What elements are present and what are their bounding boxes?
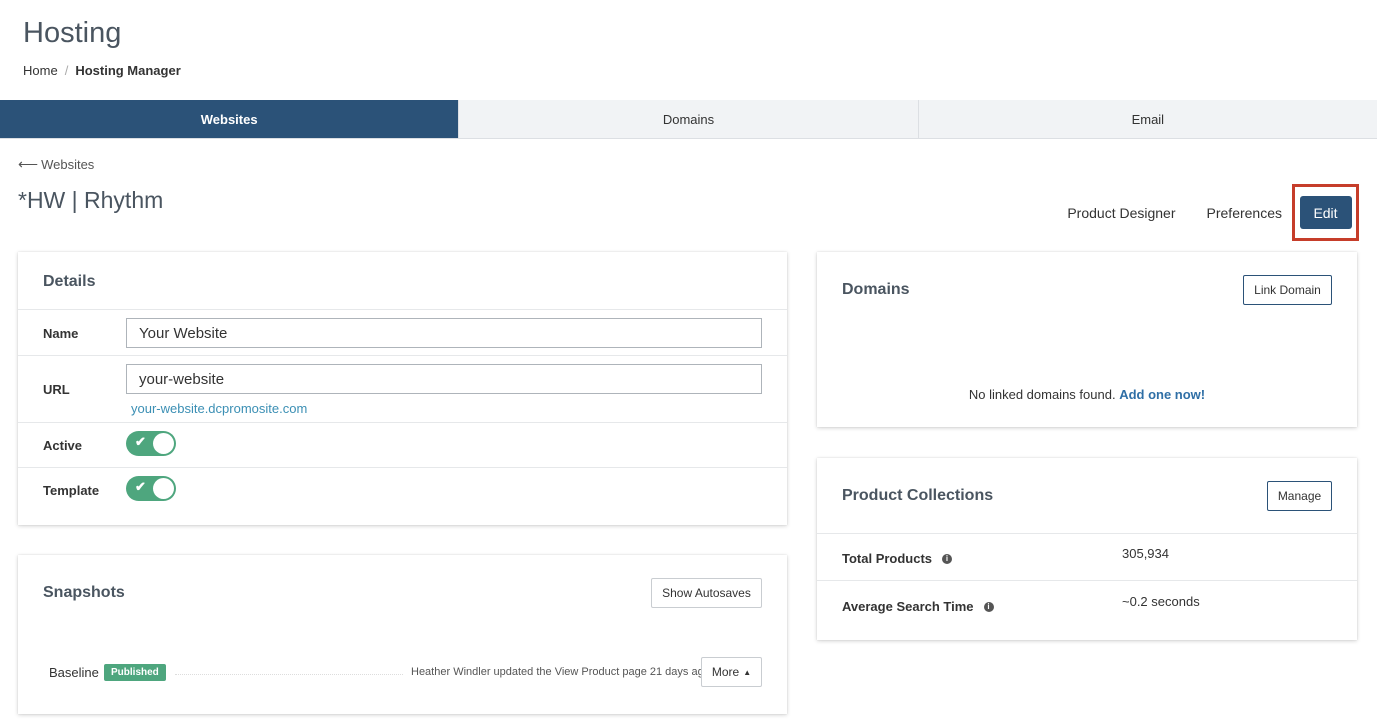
url-hint-link[interactable]: your-website.dcpromosite.com [131,401,307,416]
url-input[interactable] [126,364,762,394]
snapshots-card: Snapshots Show Autosaves Baseline Publis… [18,555,787,714]
page-header: Hosting Home / Hosting Manager [0,0,1377,100]
tab-domains[interactable]: Domains [458,100,918,138]
template-row: Template ✔ [18,467,787,525]
domains-card: Domains Link Domain No linked domains fo… [817,252,1357,427]
active-toggle[interactable]: ✔ [126,431,176,456]
more-label: More [711,665,740,679]
domains-title: Domains [842,281,910,298]
total-products-text: Total Products [842,551,933,566]
info-icon[interactable]: i [942,553,953,564]
main-tabs: Websites Domains Email [0,100,1377,139]
published-badge: Published [104,664,166,681]
toggle-knob [153,478,174,499]
snapshot-meta: Heather Windler updated the View Product… [411,666,710,678]
product-designer-button[interactable]: Product Designer [1067,205,1175,221]
caret-up-icon: ▲ [743,667,752,677]
show-autosaves-button[interactable]: Show Autosaves [651,578,762,608]
no-domains-text: No linked domains found. [968,387,1116,402]
top-actions: Product Designer Preferences Edit [1067,184,1359,241]
link-domain-button[interactable]: Link Domain [1243,275,1332,305]
total-products-label: Total Products i [842,551,953,566]
preferences-button[interactable]: Preferences [1207,205,1282,221]
stat-row-total-products: Total Products i 305,934 [817,533,1357,580]
stat-row-average-search-time: Average Search Time i ~0.2 seconds [817,580,1357,640]
url-label: URL [43,382,70,397]
average-search-time-value: ~0.2 seconds [1122,594,1200,609]
tab-websites[interactable]: Websites [0,100,459,138]
site-title: *HW | Rhythm [18,187,164,213]
breadcrumb-separator: / [64,63,69,78]
product-collections-card: Product Collections Manage Total Product… [817,458,1357,640]
edit-highlight-box: Edit [1292,184,1359,241]
page-title: Hosting [23,17,122,49]
details-title: Details [43,273,96,290]
active-row: Active ✔ [18,422,787,467]
template-toggle[interactable]: ✔ [126,476,176,501]
back-to-websites-link[interactable]: ⟵ Websites [18,156,94,173]
manage-button[interactable]: Manage [1267,481,1332,511]
snapshots-title: Snapshots [43,584,125,601]
breadcrumb-current: Hosting Manager [75,63,181,78]
check-icon: ✔ [135,479,146,494]
add-domain-link[interactable]: Add one now! [1119,387,1205,402]
name-row: Name [18,309,787,355]
template-label: Template [43,483,100,498]
arrow-left-icon: ⟵ [18,156,39,172]
snapshot-name[interactable]: Baseline [49,665,99,680]
more-button[interactable]: More ▲ [701,657,762,687]
back-link-label: Websites [41,157,95,172]
name-input[interactable] [126,318,762,348]
breadcrumb-home[interactable]: Home [23,63,58,78]
edit-button[interactable]: Edit [1299,196,1352,229]
total-products-value: 305,934 [1122,546,1169,561]
average-search-time-label: Average Search Time i [842,599,994,614]
breadcrumb: Home / Hosting Manager [23,63,181,78]
average-search-time-text: Average Search Time [842,599,974,614]
dotted-divider [175,674,403,675]
info-icon[interactable]: i [983,601,994,612]
collections-title: Product Collections [842,487,994,504]
details-card: Details Name URL your-website.dcpromosit… [18,252,787,525]
tab-email[interactable]: Email [917,100,1377,138]
name-label: Name [43,326,79,341]
url-row: URL your-website.dcpromosite.com [18,355,787,422]
active-label: Active [43,438,83,453]
no-domains-message: No linked domains found. Add one now! [817,387,1357,402]
main-content: ⟵ Websites *HW | Rhythm Product Designer… [0,139,1377,722]
check-icon: ✔ [135,434,146,449]
toggle-knob [153,433,174,454]
